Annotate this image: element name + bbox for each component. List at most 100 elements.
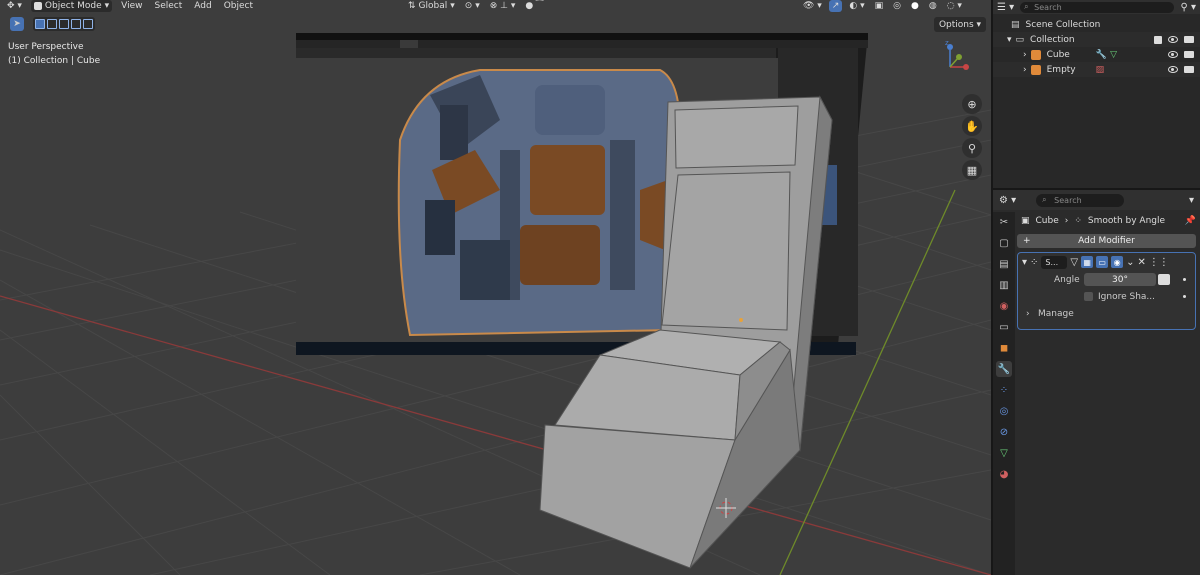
- plus-icon: +: [1023, 236, 1031, 246]
- overlay-icon[interactable]: ◐ ▾: [846, 0, 867, 12]
- physics-tab-icon[interactable]: ◎: [996, 403, 1012, 419]
- axis-gizmo: z: [945, 39, 969, 70]
- 3d-viewport[interactable]: z ✥ ▾ Object Mode ▾ View Select Add Obje…: [0, 0, 991, 575]
- smooth-modifier-icon: ⁘: [1074, 216, 1082, 226]
- ignore-sharpness-checkbox[interactable]: [1084, 292, 1093, 301]
- render-tab-icon[interactable]: ▢: [996, 235, 1012, 251]
- menu-select[interactable]: Select: [152, 1, 186, 11]
- options-button[interactable]: Options ▾: [934, 17, 986, 32]
- outliner-editor-icon[interactable]: ☰ ▾: [997, 2, 1014, 13]
- collection-icon: ▭: [1015, 34, 1025, 45]
- constraints-tab-icon[interactable]: ⊘: [996, 424, 1012, 440]
- node-socket-icon[interactable]: [1158, 274, 1170, 285]
- properties-search-input[interactable]: ⌕ Search: [1036, 193, 1125, 207]
- xray-icon[interactable]: ▣: [872, 0, 887, 12]
- close-icon[interactable]: ✕: [1138, 257, 1146, 268]
- properties-editor-icon[interactable]: ⚙ ▾: [999, 195, 1016, 206]
- snap-icon[interactable]: ⊗ ⊥ ▾: [487, 0, 519, 12]
- menu-add[interactable]: Add: [191, 1, 214, 11]
- collection-label: (1) Collection | Cube: [8, 56, 101, 66]
- select-subtract-icon[interactable]: [59, 19, 69, 29]
- object-tab-icon[interactable]: ◼: [996, 340, 1012, 356]
- options-label: Options: [938, 19, 974, 30]
- rendered-shading-icon[interactable]: ◌ ▾: [944, 0, 965, 12]
- keyframe-dot-icon[interactable]: [1183, 278, 1186, 281]
- wireframe-shading-icon[interactable]: ◎: [890, 0, 904, 12]
- output-tab-icon[interactable]: ▤: [996, 256, 1012, 272]
- pin-icon[interactable]: 📌: [1185, 216, 1196, 226]
- data-tab-icon[interactable]: ▽: [996, 445, 1012, 461]
- orientation-label: Global: [418, 1, 448, 11]
- dropdown-chevron-icon[interactable]: ⌄: [1126, 257, 1134, 268]
- world-tab-icon[interactable]: ▭: [996, 319, 1012, 335]
- gizmo-toggle-icon[interactable]: ↗: [828, 0, 843, 12]
- outliner-row-empty[interactable]: › Empty ▨: [993, 62, 1200, 77]
- camera-view-icon[interactable]: ⚲: [962, 138, 982, 158]
- manage-subpanel[interactable]: › Manage: [1018, 305, 1195, 322]
- transform-controls: ⇅ Global ▾ ⊙ ▾ ⊗ ⊥ ▾ ● ⁀: [405, 0, 546, 12]
- visibility-eye-icon[interactable]: [1168, 51, 1178, 58]
- outliner-row-cube[interactable]: › Cube 🔧 ▽: [993, 47, 1200, 62]
- proportional-edit-icon[interactable]: ● ⁀: [522, 0, 546, 12]
- angle-field[interactable]: 30°: [1084, 273, 1156, 286]
- expand-chevron-icon[interactable]: ›: [1026, 309, 1030, 319]
- editor-type-button[interactable]: ✥ ▾: [4, 0, 25, 12]
- mode-label: Object Mode: [44, 1, 102, 11]
- material-tab-icon[interactable]: ◕: [996, 466, 1012, 482]
- keyframe-dot-icon[interactable]: [1183, 295, 1186, 298]
- render-camera-icon[interactable]: [1184, 66, 1194, 73]
- perspective-label: User Perspective: [8, 42, 84, 52]
- outliner-row-collection[interactable]: ▾ ▭ Collection: [993, 32, 1200, 47]
- properties-panel: ⚙ ▾ ⌕ Search ▾ ✂ ▢ ▤ ▥ ◉ ▭ ◼ 🔧 ⁘ ◎ ⊘ ▽ ◕…: [993, 190, 1200, 575]
- filter-icon[interactable]: ⚲ ▾: [1180, 2, 1196, 13]
- select-intersect-icon[interactable]: [83, 19, 93, 29]
- expand-chevron-icon[interactable]: ▾: [1007, 35, 1012, 45]
- particles-tab-icon[interactable]: ⁘: [996, 382, 1012, 398]
- pan-hand-icon[interactable]: ✋: [962, 116, 982, 136]
- grid-view-icon[interactable]: ▦: [962, 160, 982, 180]
- zoom-icon[interactable]: ⊕: [962, 94, 982, 114]
- add-modifier-label: Add Modifier: [1078, 236, 1135, 246]
- drag-handle-icon[interactable]: ⋮⋮: [1149, 257, 1169, 268]
- select-new-icon[interactable]: [35, 19, 45, 29]
- visibility-eye-icon[interactable]: [1168, 36, 1178, 43]
- ignore-sharpness-label: Ignore Sha...: [1098, 291, 1155, 302]
- view-layer-tab-icon[interactable]: ▥: [996, 277, 1012, 293]
- outliner-panel: ☰ ▾ ⌕ Search ⚲ ▾ ▤ Scene Collection ▾ ▭ …: [993, 0, 1200, 188]
- properties-options-icon[interactable]: ▾: [1189, 195, 1194, 206]
- tool-tab-icon[interactable]: ✂: [996, 214, 1012, 230]
- visibility-icon[interactable]: 👁 ▾: [800, 0, 825, 12]
- properties-tabs: ✂ ▢ ▤ ▥ ◉ ▭ ◼ 🔧 ⁘ ◎ ⊘ ▽ ◕: [993, 212, 1015, 575]
- outliner-search-input[interactable]: ⌕ Search: [1020, 1, 1175, 13]
- expand-chevron-icon[interactable]: ›: [1023, 65, 1027, 75]
- modifier-name-field[interactable]: S...: [1041, 255, 1068, 269]
- mesh-data-icon: ▽: [1110, 49, 1117, 60]
- menu-object[interactable]: Object: [221, 1, 256, 11]
- scene-tab-icon[interactable]: ◉: [996, 298, 1012, 314]
- modifier-tab-icon[interactable]: 🔧: [996, 361, 1012, 377]
- realtime-display-icon[interactable]: ▭: [1096, 256, 1109, 268]
- edit-mode-toggle-icon[interactable]: ▦: [1081, 256, 1094, 268]
- mode-dropdown[interactable]: Object Mode ▾: [30, 0, 113, 12]
- transform-orientation-dropdown[interactable]: ⇅ Global ▾: [405, 0, 458, 12]
- outliner-row-scene-collection[interactable]: ▤ Scene Collection: [993, 17, 1200, 32]
- collapse-chevron-icon[interactable]: ▾: [1022, 257, 1027, 268]
- menu-view[interactable]: View: [118, 1, 145, 11]
- render-camera-icon[interactable]: [1184, 51, 1194, 58]
- render-toggle-icon[interactable]: ◉: [1111, 256, 1124, 268]
- render-camera-icon[interactable]: [1184, 36, 1194, 43]
- toolbar: ➤: [10, 17, 24, 31]
- pivot-point-icon[interactable]: ⊙ ▾: [462, 0, 483, 12]
- geometry-nodes-icon[interactable]: ▽: [1070, 257, 1078, 268]
- search-icon: ⌕: [1042, 195, 1047, 204]
- expand-chevron-icon[interactable]: ›: [1023, 50, 1027, 60]
- object-origin: [739, 318, 743, 322]
- solid-shading-icon[interactable]: ●: [908, 0, 922, 12]
- material-shading-icon[interactable]: ◍: [926, 0, 940, 12]
- select-tool-icon[interactable]: ➤: [10, 17, 24, 31]
- visibility-eye-icon[interactable]: [1168, 66, 1178, 73]
- select-extend-icon[interactable]: [47, 19, 57, 29]
- select-invert-icon[interactable]: [71, 19, 81, 29]
- checkbox-icon[interactable]: [1154, 35, 1162, 44]
- add-modifier-button[interactable]: + Add Modifier: [1017, 234, 1196, 248]
